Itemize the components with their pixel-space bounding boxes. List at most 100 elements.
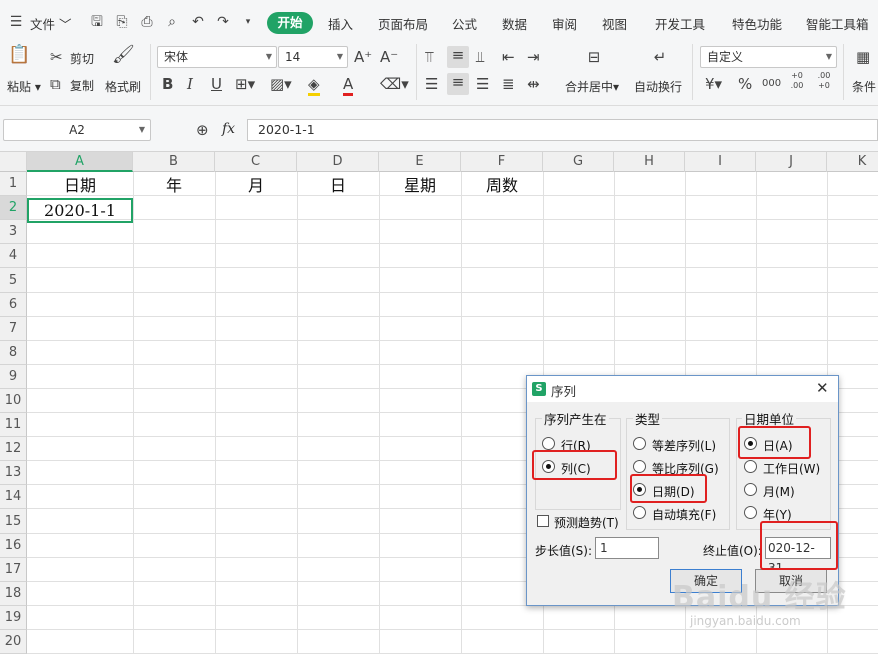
align-right-icon[interactable]: ☰ <box>476 75 489 93</box>
merge-center-icon[interactable]: ⊟ <box>582 48 606 66</box>
font-size-select[interactable]: 14 ▼ <box>278 46 348 68</box>
select-all-corner[interactable] <box>0 152 27 172</box>
radio-weekday[interactable] <box>744 460 757 473</box>
tab-formulas[interactable]: 公式 <box>452 14 477 33</box>
font-name-select[interactable]: 宋体 ▼ <box>157 46 277 68</box>
currency-icon[interactable]: ¥▾ <box>705 75 722 93</box>
print-preview-icon[interactable]: ⌕ <box>164 14 180 30</box>
increase-decimal-icon[interactable]: +0 .00 <box>788 71 806 91</box>
name-box[interactable]: A2 ▼ <box>3 119 151 141</box>
copy-button[interactable]: 复制 <box>70 77 94 94</box>
border-icon[interactable]: ⊞▾ <box>235 75 255 93</box>
radio-month[interactable] <box>744 483 757 496</box>
merge-center-button[interactable]: 合并居中▾ <box>565 78 619 95</box>
file-menu[interactable]: 文件 ﹀ <box>30 14 72 33</box>
step-input[interactable]: 1 <box>595 537 659 559</box>
fx-icon[interactable]: fx <box>222 121 235 137</box>
paste-icon[interactable]: 📋 <box>8 46 30 64</box>
tab-page-layout[interactable]: 页面布局 <box>378 14 428 33</box>
column-header-f[interactable]: F <box>461 152 543 172</box>
radio-rows[interactable] <box>542 437 555 450</box>
print-icon[interactable]: ⎙ <box>139 14 155 30</box>
radio-month-label[interactable]: 月(M) <box>763 483 795 500</box>
format-painter-button[interactable]: 格式刷 <box>105 78 141 95</box>
column-header-k[interactable]: K <box>827 152 878 172</box>
trend-checkbox[interactable] <box>537 515 549 527</box>
menu-icon[interactable]: ☰ <box>8 14 24 30</box>
formula-input[interactable]: 2020-1-1 <box>247 119 878 141</box>
tab-review[interactable]: 审阅 <box>552 14 577 33</box>
row-header-18[interactable]: 18 <box>0 582 27 606</box>
row-header-1[interactable]: 1 <box>0 172 27 196</box>
align-center-icon[interactable]: ≡ <box>447 73 469 95</box>
thousands-icon[interactable]: 000 <box>762 75 781 93</box>
row-header-5[interactable]: 5 <box>0 268 27 293</box>
column-header-g[interactable]: G <box>543 152 614 172</box>
row-header-4[interactable]: 4 <box>0 244 27 268</box>
row-header-6[interactable]: 6 <box>0 293 27 317</box>
tab-start[interactable]: 开始 <box>267 12 313 34</box>
row-header-19[interactable]: 19 <box>0 606 27 630</box>
align-left-icon[interactable]: ☰ <box>425 75 438 93</box>
underline-icon[interactable]: U <box>211 75 222 93</box>
row-header-2[interactable]: 2 <box>0 196 27 220</box>
tab-smart-tools[interactable]: 智能工具箱 <box>806 14 869 33</box>
percent-icon[interactable]: % <box>738 75 752 93</box>
column-header-d[interactable]: D <box>297 152 379 172</box>
copy-icon[interactable]: ⧉ <box>50 75 61 93</box>
row-header-3[interactable]: 3 <box>0 220 27 244</box>
align-middle-icon[interactable]: ≡ <box>447 46 469 68</box>
column-header-a[interactable]: A <box>27 152 133 172</box>
column-header-c[interactable]: C <box>215 152 297 172</box>
save-icon[interactable]: 🖫 <box>89 14 105 30</box>
trend-label[interactable]: 预测趋势(T) <box>554 514 619 531</box>
row-header-9[interactable]: 9 <box>0 365 27 389</box>
dialog-titlebar[interactable]: S 序列 ✕ <box>527 376 838 402</box>
radio-year[interactable] <box>744 506 757 519</box>
decrease-decimal-icon[interactable]: .00 +0 <box>815 71 833 91</box>
radio-autofill-label[interactable]: 自动填充(F) <box>652 506 716 523</box>
radio-autofill[interactable] <box>633 506 646 519</box>
tab-developer[interactable]: 开发工具 <box>655 14 705 33</box>
radio-linear-label[interactable]: 等差序列(L) <box>652 437 716 454</box>
radio-growth[interactable] <box>633 460 646 473</box>
column-header-e[interactable]: E <box>379 152 461 172</box>
fill-color-icon[interactable]: ◈ <box>308 75 320 96</box>
number-format-select[interactable]: 自定义 ▼ <box>700 46 837 68</box>
font-color-icon[interactable]: A <box>343 75 354 96</box>
conditional-format-icon[interactable]: ▦ <box>856 48 870 66</box>
wrap-text-button[interactable]: 自动换行 <box>634 78 682 95</box>
conditional-format-button[interactable]: 条件 <box>852 78 876 95</box>
row-header-20[interactable]: 20 <box>0 630 27 654</box>
tab-insert[interactable]: 插入 <box>328 14 353 33</box>
distribute-icon[interactable]: ⇹ <box>527 75 540 93</box>
tab-features[interactable]: 特色功能 <box>732 14 782 33</box>
tab-view[interactable]: 视图 <box>602 14 627 33</box>
indent-increase-icon[interactable]: ⇥ <box>527 48 540 66</box>
indent-decrease-icon[interactable]: ⇤ <box>502 48 515 66</box>
align-top-icon[interactable]: ⫪ <box>425 48 433 66</box>
justify-icon[interactable]: ≣ <box>502 75 515 93</box>
column-header-b[interactable]: B <box>133 152 215 172</box>
row-header-15[interactable]: 15 <box>0 509 27 534</box>
row-header-10[interactable]: 10 <box>0 389 27 413</box>
redo-icon[interactable]: ↷ <box>215 14 231 30</box>
export-icon[interactable]: ⎘ <box>114 14 130 30</box>
scissors-icon[interactable]: ✂ <box>50 48 63 66</box>
row-header-8[interactable]: 8 <box>0 341 27 365</box>
row-header-7[interactable]: 7 <box>0 317 27 341</box>
wrap-text-icon[interactable]: ↵ <box>648 48 672 66</box>
format-painter-icon[interactable]: 🖌 <box>112 46 135 64</box>
row-header-16[interactable]: 16 <box>0 534 27 558</box>
row-header-13[interactable]: 13 <box>0 461 27 485</box>
row-header-14[interactable]: 14 <box>0 485 27 509</box>
align-bottom-icon[interactable]: ⫫ <box>476 48 484 66</box>
decrease-font-icon[interactable]: A⁻ <box>380 48 398 66</box>
cut-button[interactable]: 剪切 <box>70 50 94 67</box>
zoom-icon[interactable]: ⊕ <box>196 121 209 139</box>
close-icon[interactable]: ✕ <box>816 379 829 397</box>
clear-format-icon[interactable]: ⌫▾ <box>380 75 409 93</box>
row-header-17[interactable]: 17 <box>0 558 27 582</box>
radio-linear[interactable] <box>633 437 646 450</box>
tab-data[interactable]: 数据 <box>502 14 527 33</box>
